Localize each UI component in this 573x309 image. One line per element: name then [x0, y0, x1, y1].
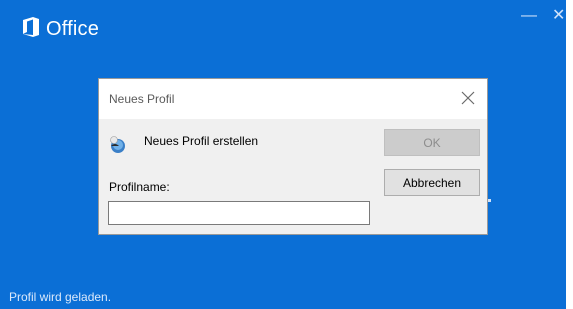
status-text: Profil wird geladen.	[9, 290, 112, 304]
profile-name-label: Profilname:	[109, 180, 170, 194]
app-title: Office	[46, 18, 100, 40]
new-profile-dialog: Neues Profil Neues Profil erstellen Prof…	[98, 78, 488, 235]
ok-button[interactable]: OK	[384, 129, 480, 156]
dialog-titlebar: Neues Profil	[99, 79, 487, 119]
cancel-button[interactable]: Abbrechen	[384, 169, 480, 196]
close-icon	[461, 91, 475, 105]
close-button[interactable]: ✕	[552, 8, 565, 24]
dialog-message: Neues Profil erstellen	[144, 134, 259, 148]
office-logo-icon	[22, 16, 40, 43]
close-icon: ✕	[552, 7, 566, 24]
profile-name-input[interactable]	[108, 201, 370, 225]
office-logo: Office	[22, 16, 99, 43]
minimize-button[interactable]: —	[521, 8, 537, 24]
dialog-close-button[interactable]	[459, 89, 477, 107]
minimize-icon: —	[521, 7, 537, 24]
decorative-dot	[488, 199, 491, 202]
profile-icon	[107, 134, 127, 154]
dialog-title: Neues Profil	[109, 92, 175, 106]
